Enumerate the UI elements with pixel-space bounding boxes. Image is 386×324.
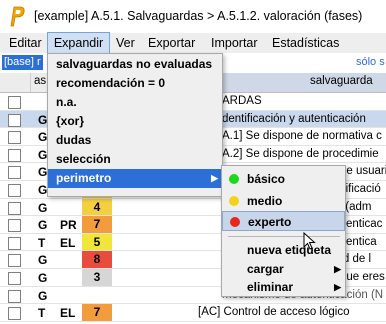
menu-item-xor[interactable]: {xor} <box>48 112 222 131</box>
red-dot-icon <box>230 217 240 227</box>
header-check-column <box>0 73 31 92</box>
row-type-cell: G <box>38 253 48 268</box>
submenu-arrow-icon: ▶ <box>334 282 341 292</box>
menu-item-dudas[interactable]: dudas <box>48 131 222 150</box>
row-safeguard-text: dentificación y autenticación <box>222 112 366 125</box>
row-safeguard-text: A.2] Se dispone de procedimie <box>222 147 379 160</box>
row-maturity-cell: 3 <box>82 269 112 286</box>
submenu-arrow-icon: ▶ <box>334 264 341 274</box>
row-safeguard-text: de usuari <box>340 165 386 178</box>
menu-item-perimetro[interactable]: perimetro ▶ <box>48 169 222 188</box>
menu-item-seleccion[interactable]: selección <box>48 150 222 169</box>
header-safeguard-column[interactable]: salvaguarda <box>222 73 386 92</box>
base-tag[interactable]: [base] r <box>2 55 43 70</box>
row-checkbox[interactable] <box>8 148 21 162</box>
row-level-cell: EL <box>60 235 76 250</box>
row-checkbox[interactable] <box>8 236 21 250</box>
menu-editar[interactable]: Editar <box>9 33 42 53</box>
row-type-cell: G <box>38 218 48 233</box>
menu-importar[interactable]: Importar <box>211 33 258 53</box>
row-safeguard-text: que eres <box>340 271 385 283</box>
row-checkbox[interactable] <box>8 113 21 127</box>
row-maturity-cell: 8 <box>82 251 112 269</box>
row-checkbox[interactable] <box>8 166 21 180</box>
submenu-item-eliminar[interactable]: eliminar ▶ <box>222 277 345 297</box>
row-checkbox[interactable] <box>8 219 21 233</box>
submenu-item-medio[interactable]: medio <box>222 191 345 211</box>
table-row[interactable]: T EL 7 [AC] Control de acceso lógico <box>0 304 386 322</box>
row-type-cell: G <box>38 183 48 197</box>
row-type-cell: G <box>38 147 48 162</box>
expandir-dropdown-menu: salvaguardas no evaluadas recomendación … <box>47 53 223 197</box>
row-checkbox[interactable] <box>8 131 21 145</box>
submenu-item-cargar[interactable]: cargar ▶ <box>222 259 345 279</box>
row-maturity-cell: 4 <box>82 198 112 216</box>
row-checkbox[interactable] <box>8 254 21 268</box>
only-selected-toggle[interactable]: sólo s <box>356 56 385 68</box>
row-type-cell: G <box>38 112 48 127</box>
menu-ver[interactable]: Ver <box>116 33 135 53</box>
title-bar: [example] A.5.1. Salvaguardas > A.5.1.2.… <box>0 0 386 33</box>
submenu-separator <box>228 236 340 237</box>
row-level-cell: EL <box>60 306 76 321</box>
row-maturity-cell: 5 <box>82 233 112 251</box>
perimetro-submenu: básico medio experto nueva etiqueta carg… <box>221 165 346 297</box>
submenu-arrow-icon: ▶ <box>211 173 218 183</box>
menu-exportar[interactable]: Exportar <box>148 33 195 53</box>
row-type-cell: G <box>38 130 48 145</box>
row-checkbox[interactable] <box>8 201 21 215</box>
row-safeguard-text: [AC] Control de acceso lógico <box>198 306 350 319</box>
row-divider <box>0 320 386 322</box>
row-type-cell: G <box>38 288 48 303</box>
row-type-cell: G <box>38 165 48 180</box>
window-title: [example] A.5.1. Salvaguardas > A.5.1.2.… <box>34 9 363 23</box>
row-checkbox[interactable] <box>8 289 21 303</box>
menu-estadisticas[interactable]: Estadísticas <box>272 33 339 53</box>
row-type-cell: G <box>38 271 48 285</box>
row-type-cell: T <box>38 306 46 321</box>
submenu-item-experto[interactable]: experto <box>222 211 345 231</box>
submenu-item-basico[interactable]: básico <box>222 169 345 189</box>
row-type-cell: G <box>38 200 48 215</box>
row-checkbox[interactable] <box>8 184 21 197</box>
app-logo-icon <box>10 6 25 27</box>
row-checkbox[interactable] <box>8 96 21 109</box>
row-safeguard-text: ARDAS <box>222 95 262 107</box>
row-checkbox[interactable] <box>8 272 21 285</box>
submenu-item-nueva-etiqueta[interactable]: nueva etiqueta <box>222 240 345 260</box>
row-checkbox[interactable] <box>8 307 21 321</box>
menu-bar: Editar Expandir Ver Exportar Importar Es… <box>0 32 386 54</box>
row-maturity-cell: 7 <box>82 216 112 234</box>
mouse-cursor-icon <box>303 232 316 250</box>
menu-item-na[interactable]: n.a. <box>48 93 222 112</box>
menu-item-unevaluated[interactable]: salvaguardas no evaluadas <box>48 55 222 74</box>
menu-item-recommendation-zero[interactable]: recomendación = 0 <box>48 74 222 93</box>
row-level-cell: PR <box>60 218 77 233</box>
menu-expandir[interactable]: Expandir <box>47 32 110 54</box>
row-safeguard-text: A.1] Se dispone de normativa c <box>222 130 382 143</box>
row-type-cell: T <box>38 235 46 250</box>
yellow-dot-icon <box>229 196 239 206</box>
green-dot-icon <box>229 174 239 184</box>
row-maturity-cell: 7 <box>82 304 112 322</box>
